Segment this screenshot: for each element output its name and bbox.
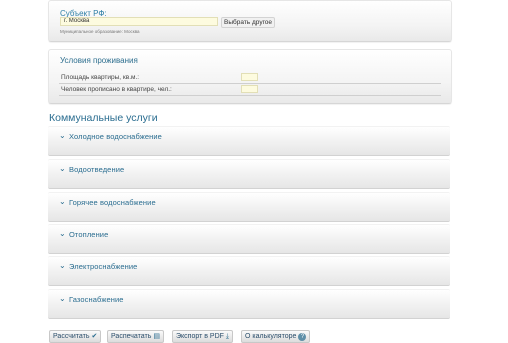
chevron-down-icon: ⌄ [59, 294, 66, 303]
accordion-hot-water[interactable]: ⌄ Горячее водоснабжение [48, 192, 450, 222]
checkmark-icon: ✔ [91, 333, 98, 340]
pdf-icon: ⤓ [225, 333, 230, 340]
accordion-label: Электроснабжение [69, 262, 138, 271]
print-button[interactable]: Распечатать ▤ [107, 330, 165, 343]
accordion-label: Отопление [69, 230, 109, 239]
apartment-area-row: Площадь квартиры, кв.м.: [59, 72, 441, 84]
apartment-area-input[interactable] [241, 73, 258, 81]
accordion-label: Холодное водоснабжение [69, 132, 162, 141]
calculate-button[interactable]: Рассчитать ✔ [49, 330, 102, 343]
apartment-area-label: Площадь квартиры, кв.м.: [61, 74, 140, 81]
accordion-sewerage[interactable]: ⌄ Водоотведение [48, 159, 450, 189]
utilities-title: Коммунальные услуги [49, 112, 158, 124]
accordion-label: Водоотведение [69, 165, 125, 174]
calculate-label: Рассчитать [53, 333, 90, 340]
residents-row: Человек прописано в квартире, чел.: [59, 84, 441, 96]
chevron-down-icon: ⌄ [59, 131, 66, 140]
accordion-cold-water[interactable]: ⌄ Холодное водоснабжение [48, 126, 450, 156]
print-label: Распечатать [111, 333, 152, 340]
subject-panel: Субъект РФ: Выбрать другое Муниципальное… [48, 0, 452, 42]
printer-icon: ▤ [153, 333, 161, 340]
chevron-down-icon: ⌄ [59, 261, 66, 270]
accordion-heating[interactable]: ⌄ Отопление [48, 224, 450, 254]
living-conditions-title: Условия проживания [60, 56, 138, 65]
chevron-down-icon: ⌄ [59, 197, 66, 206]
export-pdf-button[interactable]: Экспорт в PDF ⤓ [172, 330, 234, 343]
export-pdf-label: Экспорт в PDF [176, 333, 224, 340]
chevron-down-icon: ⌄ [59, 164, 66, 173]
accordion-electricity[interactable]: ⌄ Электроснабжение [48, 256, 450, 286]
about-calculator-button[interactable]: О калькуляторе? [241, 330, 311, 343]
accordion-label: Газоснабжение [69, 295, 124, 304]
municipality-text: Муниципальное образование: Москва [60, 29, 140, 34]
subject-input[interactable] [60, 17, 218, 26]
choose-other-button[interactable]: Выбрать другое [221, 17, 276, 28]
living-conditions-panel: Условия проживания Площадь квартиры, кв.… [48, 49, 452, 104]
about-label: О калькуляторе [245, 333, 297, 340]
accordion-gas[interactable]: ⌄ Газоснабжение [48, 289, 450, 319]
accordion-label: Горячее водоснабжение [69, 198, 156, 207]
residents-label: Человек прописано в квартире, чел.: [61, 86, 172, 93]
residents-input[interactable] [241, 85, 258, 93]
chevron-down-icon: ⌄ [59, 229, 66, 238]
